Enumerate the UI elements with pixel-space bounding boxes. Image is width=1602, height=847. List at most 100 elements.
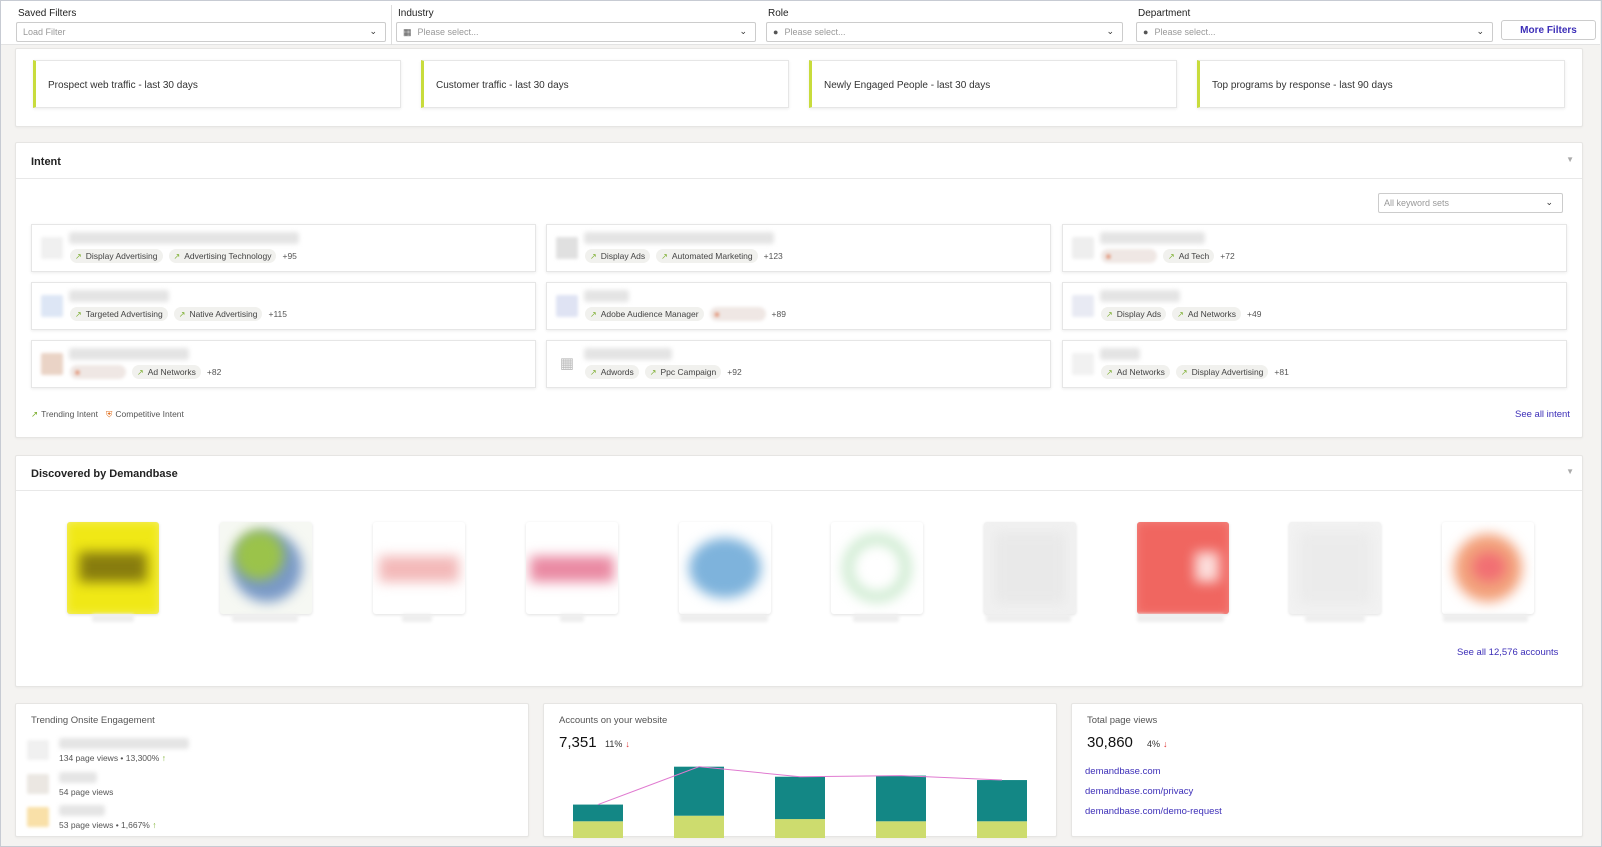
trending-icon: ↗: [661, 251, 668, 261]
intent-card[interactable]: ↗ Display Ads ↗ Automated Marketing +123: [546, 224, 1051, 272]
trending-icon: ↗: [649, 367, 657, 377]
bar-segment-top: [674, 766, 724, 816]
report-card[interactable]: Prospect web traffic - last 30 days: [33, 60, 401, 108]
trending-icon: ↗: [1168, 251, 1175, 261]
industry-select[interactable]: ▦ Please select... ⌄: [396, 22, 756, 42]
intent-card[interactable]: ↗ Adobe Audience Manager ■ +89: [546, 282, 1051, 330]
divider: [16, 178, 1582, 179]
report-card[interactable]: Customer traffic - last 30 days: [421, 60, 789, 108]
company-name-redacted: [584, 290, 629, 302]
intent-card[interactable]: ■ ↗ Ad Tech +72: [1062, 224, 1567, 272]
intent-card[interactable]: ↗ Ad Networks ↗ Display Advertising +81: [1062, 340, 1567, 388]
intent-card[interactable]: ↗ Display Advertising ↗ Advertising Techno…: [31, 224, 536, 272]
page-link[interactable]: demandbase.com: [1085, 766, 1161, 777]
person-icon: ●: [773, 27, 779, 37]
account-logo[interactable]: [1442, 522, 1534, 614]
intent-card[interactable]: ↗ Display Ads ↗ Ad Networks +49: [1062, 282, 1567, 330]
keyword-sets-select[interactable]: All keyword sets ⌄: [1378, 193, 1563, 213]
saved-filters-label: Saved Filters: [18, 8, 77, 19]
trending-icon: ↗: [590, 367, 597, 377]
chevron-down-icon: ⌄: [1545, 197, 1553, 207]
more-count: +81: [1274, 367, 1289, 377]
accounts-change: 11% ↓: [605, 739, 630, 749]
industry-placeholder: Please select...: [417, 27, 479, 37]
collapse-caret-icon[interactable]: ▼: [1566, 467, 1574, 476]
account-logo[interactable]: [679, 522, 771, 614]
account-logo[interactable]: [67, 522, 159, 614]
trending-icon: ↗: [1106, 367, 1113, 377]
more-count: +92: [727, 367, 742, 377]
divider: [16, 490, 1582, 491]
redacted-tag: ■: [1101, 249, 1157, 263]
account-logo[interactable]: [984, 522, 1076, 614]
account-logo[interactable]: [526, 522, 618, 614]
down-arrow-icon: ↓: [625, 739, 630, 749]
bar-segment-top: [977, 780, 1027, 822]
account-name-redacted: [986, 614, 1071, 622]
intent-tag: ↗ Advertising Technology: [168, 249, 277, 263]
intent-card[interactable]: ↗ Targeted Advertising ↗ Native Advertisin…: [31, 282, 536, 330]
account-name-redacted: [853, 614, 899, 622]
saved-filters-select[interactable]: Load Filter ⌄: [16, 22, 386, 42]
account-name-redacted: [232, 614, 298, 622]
account-logo[interactable]: [373, 522, 465, 614]
accounts-website-title: Accounts on your website: [559, 715, 668, 726]
see-all-intent-link[interactable]: See all intent: [1515, 409, 1570, 420]
intent-tag: ↗ Adwords: [585, 365, 639, 379]
engagement-stats: 54 page views: [59, 787, 114, 797]
up-arrow-icon: ↑: [152, 820, 157, 830]
company-name-redacted: [59, 772, 97, 783]
up-arrow-icon: ↑: [161, 753, 166, 763]
chevron-down-icon: ⌄: [1106, 26, 1114, 36]
company-logo: [1072, 353, 1094, 375]
accounts-chart: [573, 766, 1027, 838]
company-name-redacted: [69, 232, 299, 244]
more-count: +95: [282, 251, 297, 261]
account-name-redacted: [92, 614, 134, 622]
intent-card[interactable]: ▦ ↗ Adwords ↗ Ppc Campaign +92: [546, 340, 1051, 388]
filter-bar: Saved Filters Load Filter ⌄ Industry ▦ P…: [1, 1, 1600, 45]
account-name-redacted: [1137, 614, 1224, 622]
company-name-redacted: [69, 348, 189, 360]
intent-tag: ↗ Automated Marketing: [656, 249, 758, 263]
account-logo[interactable]: [220, 522, 312, 614]
department-label: Department: [1138, 8, 1191, 19]
company-logo: [556, 295, 578, 317]
collapse-caret-icon[interactable]: ▼: [1566, 155, 1574, 164]
legend-competitive: ⛨ Competitive Intent: [106, 409, 184, 419]
chevron-down-icon: ⌄: [369, 26, 377, 36]
intent-tag: ↗ Ad Networks: [1101, 365, 1170, 379]
intent-tag: ↗ Targeted Advertising: [70, 307, 168, 321]
keyword-sets-value: All keyword sets: [1384, 198, 1450, 208]
more-filters-button[interactable]: More Filters: [1501, 20, 1596, 40]
bar-segment-bottom: [876, 821, 926, 838]
account-logo[interactable]: [1137, 522, 1229, 614]
page-link[interactable]: demandbase.com/demo-request: [1085, 806, 1222, 817]
department-select[interactable]: ● Please select... ⌄: [1136, 22, 1493, 42]
intent-legend: ↗ Trending Intent ⛨ Competitive Intent: [31, 409, 184, 420]
page-link[interactable]: demandbase.com/privacy: [1085, 786, 1193, 797]
intent-title: Intent: [31, 156, 61, 168]
role-select[interactable]: ● Please select... ⌄: [766, 22, 1123, 42]
industry-group: Industry ▦ Please select... ⌄: [396, 8, 756, 42]
redacted-tag: ■: [709, 307, 766, 321]
intent-tag: ↗ Ppc Campaign: [644, 365, 722, 379]
account-logo[interactable]: [831, 522, 923, 614]
trending-icon: ↗: [590, 309, 597, 319]
company-name-redacted: [1100, 348, 1140, 360]
chevron-down-icon: ⌄: [1476, 26, 1484, 36]
account-logo[interactable]: [1289, 522, 1381, 614]
company-name-redacted: [584, 348, 672, 360]
report-card[interactable]: Top programs by response - last 90 days: [1197, 60, 1565, 108]
see-all-accounts-link[interactable]: See all 12,576 accounts: [1457, 647, 1558, 658]
company-name-redacted: [1100, 290, 1180, 302]
company-name-redacted: [59, 805, 105, 816]
company-name-redacted: [69, 290, 169, 302]
engagement-stats: 134 page views • 13,300% ↑: [59, 753, 166, 763]
report-card[interactable]: Newly Engaged People - last 30 days: [809, 60, 1177, 108]
bar-segment-bottom: [977, 821, 1027, 838]
intent-card[interactable]: ■ ↗ Ad Networks +82: [31, 340, 536, 388]
intent-tag: ↗ Ad Tech: [1163, 249, 1215, 263]
company-logo: [41, 295, 63, 317]
page-views-change: 4% ↓: [1147, 739, 1168, 749]
